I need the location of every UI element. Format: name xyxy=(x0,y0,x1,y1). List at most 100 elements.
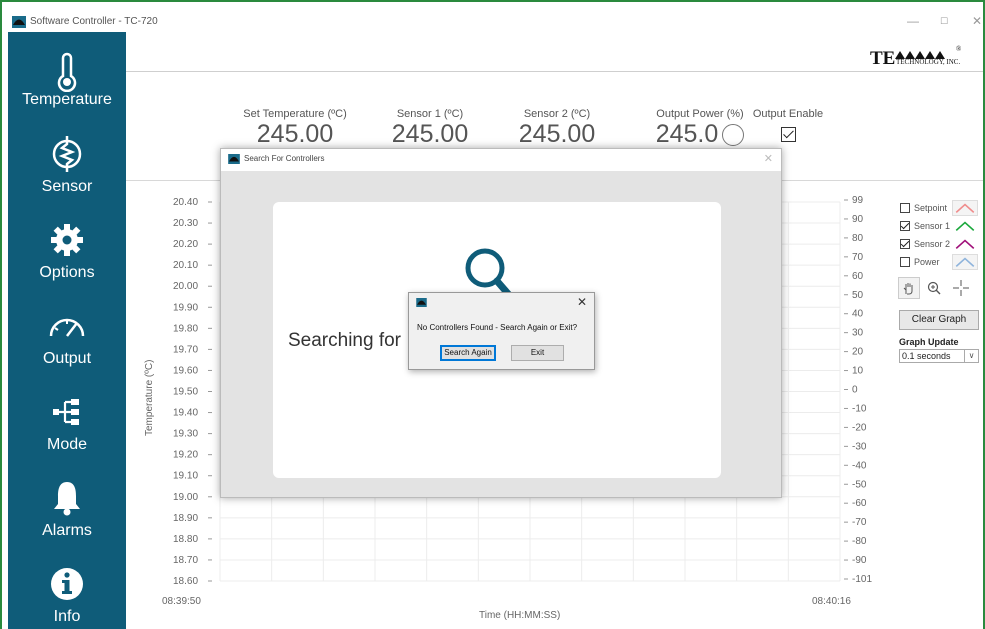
search-dialog-title: Search For Controllers xyxy=(244,154,325,163)
sidebar-item-options[interactable]: Options xyxy=(8,220,126,306)
sidebar-item-mode[interactable]: Mode xyxy=(8,392,126,478)
searching-message: Searching for xyxy=(288,330,402,351)
y2-tick-label: 10 xyxy=(852,366,864,377)
y2-tick-label: 20 xyxy=(852,347,864,358)
chevron-down-icon: ∨ xyxy=(964,350,978,362)
pan-tool-button[interactable] xyxy=(898,277,920,299)
y-tick-label: 19.70 xyxy=(173,344,198,355)
y-tick-label: 20.10 xyxy=(173,260,198,271)
crosshair-icon xyxy=(953,280,969,296)
y-tick-label: 20.20 xyxy=(173,239,198,250)
sidebar: Temperature Sensor Options Output Mode A… xyxy=(8,32,126,629)
y2-tick-label: 90 xyxy=(852,214,864,225)
legend-item-power[interactable]: Power xyxy=(900,254,980,272)
alert-message: No Controllers Found - Search Again or E… xyxy=(417,323,578,332)
app-logo-icon xyxy=(228,154,240,164)
logo-main: TE xyxy=(870,48,896,69)
legend-label: Power xyxy=(914,257,940,267)
crosshair-tool-button[interactable] xyxy=(950,277,972,299)
y2-tick-label: 99 xyxy=(852,195,864,206)
sensor-icon xyxy=(52,136,82,172)
output-enable-label: Output Enable xyxy=(752,108,824,120)
sidebar-item-label: Sensor xyxy=(41,178,93,195)
y2-tick-label: 40 xyxy=(852,309,864,320)
mode-tree-icon xyxy=(53,399,79,425)
search-dialog-close-button[interactable]: ✕ xyxy=(764,152,773,165)
header-divider xyxy=(126,71,983,72)
sidebar-item-label: Info xyxy=(53,608,81,625)
gauge-icon xyxy=(49,318,85,337)
legend-checkbox[interactable] xyxy=(900,257,910,267)
sidebar-item-label: Options xyxy=(39,264,95,281)
exit-button[interactable]: Exit xyxy=(511,345,564,361)
y2-tick-label: -70 xyxy=(852,517,867,528)
maximize-button[interactable]: ☐ xyxy=(940,16,948,27)
output-power-label: Output Power (%) xyxy=(656,108,744,120)
set-temperature-reading: Set Temperature (ºC) 245.00 xyxy=(230,108,360,148)
sensor2-label: Sensor 2 (ºC) xyxy=(523,108,591,120)
minimize-button[interactable]: — xyxy=(907,14,919,28)
bell-icon xyxy=(54,482,80,516)
app-logo-icon xyxy=(416,298,427,307)
y2-tick-label: -10 xyxy=(852,403,867,414)
y-tick-label: 19.60 xyxy=(173,365,198,376)
graph-update-select[interactable]: 0.1 seconds ∨ xyxy=(899,349,979,363)
output-power-value: 245.0 xyxy=(655,120,719,148)
y2-tick-label: 0 xyxy=(852,385,858,396)
y-tick-label: 19.10 xyxy=(173,471,198,482)
alert-close-button[interactable]: ✕ xyxy=(577,295,587,309)
y-tick-label: 19.50 xyxy=(173,387,198,398)
clear-graph-button[interactable]: Clear Graph xyxy=(899,310,979,330)
y-tick-label: 19.90 xyxy=(173,302,198,313)
legend-item-setpoint[interactable]: Setpoint xyxy=(900,200,980,218)
y2-tick-label: -101 xyxy=(852,574,872,585)
y-tick-label: 18.60 xyxy=(173,576,198,587)
thermometer-icon xyxy=(57,52,77,92)
app-logo-icon xyxy=(12,16,26,28)
output-power-indicator xyxy=(722,124,745,147)
y-tick-label: 18.80 xyxy=(173,534,198,545)
output-enable-checkbox[interactable] xyxy=(780,127,796,143)
y2-tick-label: 80 xyxy=(852,233,864,244)
sidebar-item-temperature[interactable]: Temperature xyxy=(8,48,126,134)
y2-tick-label: 60 xyxy=(852,271,864,282)
x-axis-title: Time (HH:MM:SS) xyxy=(479,610,560,621)
legend-checkbox[interactable] xyxy=(900,203,910,213)
sidebar-item-label: Mode xyxy=(46,436,88,453)
y2-tick-label: 70 xyxy=(852,252,864,263)
sidebar-item-info[interactable]: Info xyxy=(8,564,126,629)
company-logo: TE ® TECHNOLOGY, INC. xyxy=(870,45,961,70)
legend-checkbox[interactable] xyxy=(900,221,910,231)
legend-label: Setpoint xyxy=(914,203,948,213)
y-axis-title: Temperature (ºC) xyxy=(144,360,155,436)
sensor2-value: 245.00 xyxy=(518,120,596,148)
x-tick-label: 08:40:16 xyxy=(812,596,851,607)
y2-tick-label: 30 xyxy=(852,328,864,339)
output-power-display: 245.0 xyxy=(635,120,765,148)
logo-registered: ® xyxy=(956,45,962,53)
output-power-reading: Output Power (%) 245.0 xyxy=(635,108,765,148)
y2-tick-label: -80 xyxy=(852,536,867,547)
y-tick-label: 19.40 xyxy=(173,408,198,419)
legend-item-sensor1[interactable]: Sensor 1 xyxy=(900,218,980,236)
legend-checkbox[interactable] xyxy=(900,239,910,249)
search-again-button[interactable]: Search Again xyxy=(440,345,496,361)
no-controllers-alert: ✕ No Controllers Found - Search Again or… xyxy=(408,292,595,370)
sidebar-item-label: Temperature xyxy=(22,91,112,108)
graph-update-value: 0.1 seconds xyxy=(902,351,951,361)
sidebar-item-label: Alarms xyxy=(42,522,92,539)
window-title: Software Controller - TC-720 xyxy=(30,16,158,27)
output-enable-group: Output Enable xyxy=(748,108,828,144)
sidebar-item-alarms[interactable]: Alarms xyxy=(8,478,126,564)
sidebar-item-sensor[interactable]: Sensor xyxy=(8,134,126,220)
y-tick-label: 18.70 xyxy=(173,555,198,566)
x-tick-label: 08:39:50 xyxy=(162,596,201,607)
close-button[interactable]: ✕ xyxy=(972,14,982,28)
sidebar-item-output[interactable]: Output xyxy=(8,306,126,392)
y2-tick-label: -90 xyxy=(852,555,867,566)
zoom-in-icon xyxy=(927,281,941,295)
legend-swatch-icon xyxy=(952,236,978,252)
sensor1-value: 245.00 xyxy=(391,120,469,148)
legend-item-sensor2[interactable]: Sensor 2 xyxy=(900,236,980,254)
zoom-tool-button[interactable] xyxy=(923,277,945,299)
